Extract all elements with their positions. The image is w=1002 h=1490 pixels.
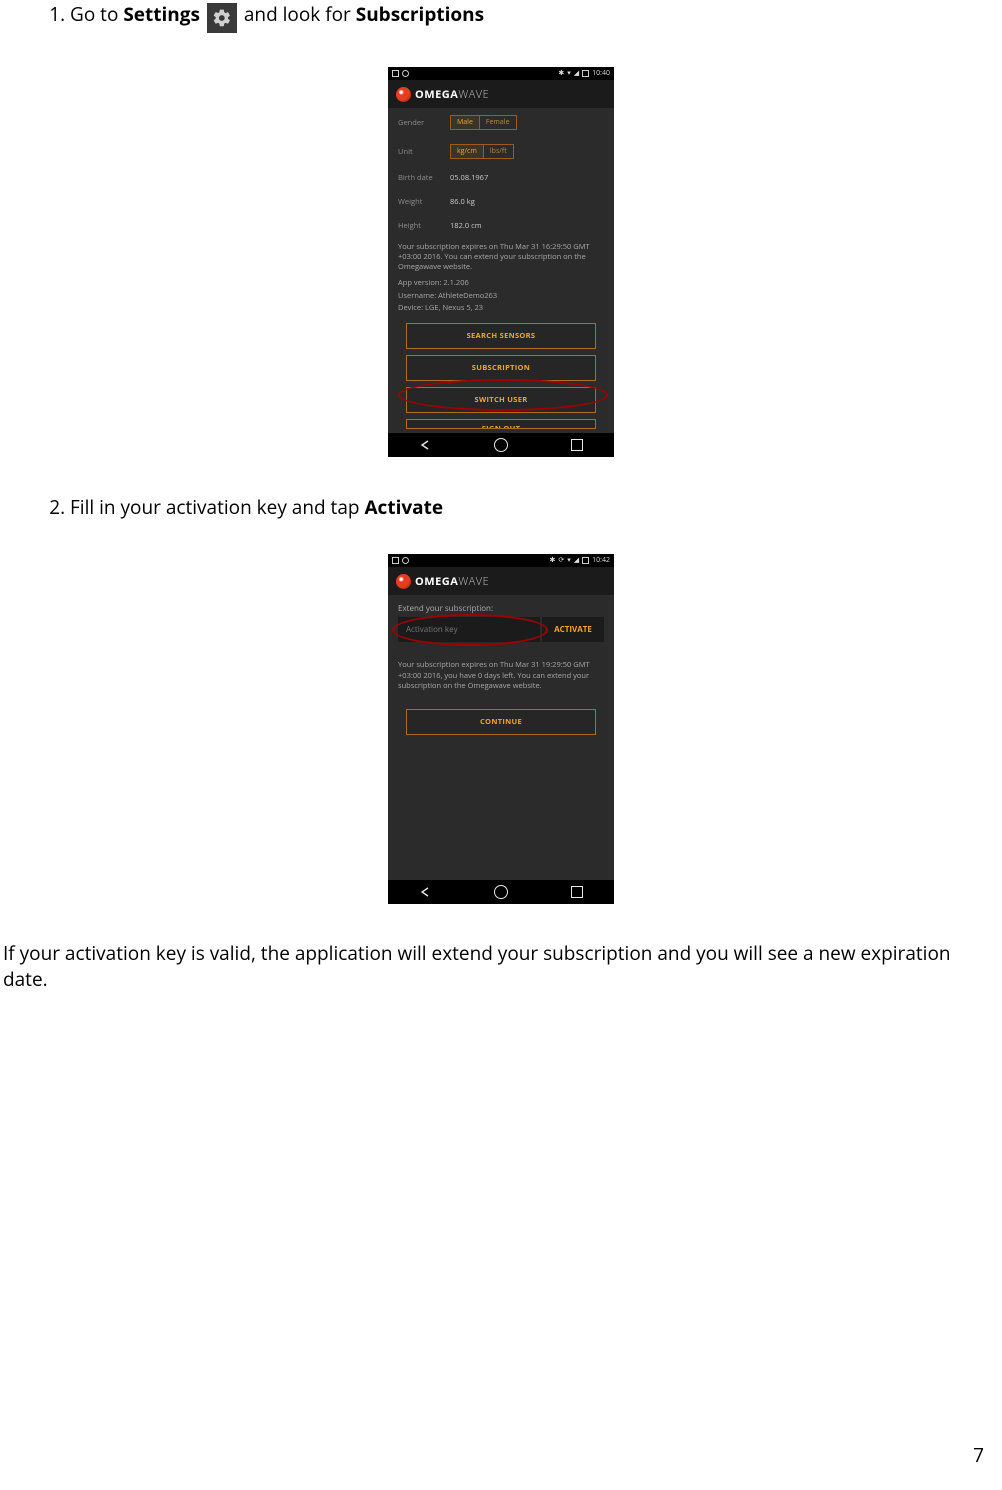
signal-icon: ◢ (574, 556, 579, 565)
step-1-bold-settings: Settings (123, 1, 200, 27)
label-birthdate: Birth date (398, 173, 450, 183)
value-weight: 86.0 kg (450, 197, 475, 207)
battery-icon (582, 70, 589, 77)
omegawave-logo-text: OMEGAWAVE (415, 87, 489, 102)
status-time: 10:42 (592, 556, 610, 565)
omegawave-logo-icon (396, 87, 411, 102)
step-2: Fill in your activation key and tap Acti… (70, 493, 1002, 531)
switch-user-button[interactable]: SWITCH USER (406, 387, 596, 413)
row-weight[interactable]: Weight 86.0 kg (388, 190, 614, 214)
android-nav-bar (388, 880, 614, 904)
label-height: Height (398, 221, 450, 231)
subscription-expiry-text: Your subscription expires on Thu Mar 31 … (388, 238, 614, 276)
status-bar: ✱ ▾ ◢ 10:40 (388, 67, 614, 80)
device-text: Device: LGE, Nexus 5, 23 (388, 301, 614, 317)
home-icon[interactable] (494, 438, 508, 452)
row-birthdate[interactable]: Birth date 05.08.1967 (388, 166, 614, 190)
row-height[interactable]: Height 182.0 cm (388, 214, 614, 238)
sync-icon: ⟳ (558, 556, 564, 565)
omegawave-logo-text: OMEGAWAVE (415, 574, 489, 589)
recents-icon[interactable] (571, 886, 583, 898)
sign-out-button[interactable]: SIGN OUT (406, 419, 596, 429)
app-header: OMEGAWAVE (388, 567, 614, 595)
activation-key-input[interactable]: Activation key (398, 617, 540, 642)
row-gender: Gender Male Female (388, 108, 614, 137)
gender-male[interactable]: Male (451, 116, 479, 129)
continue-button[interactable]: CONTINUE (406, 709, 596, 735)
extend-subscription-label: Extend your subscription: (388, 595, 614, 614)
status-time: 10:40 (592, 69, 610, 78)
signal-icon: ◢ (574, 69, 579, 78)
value-birthdate: 05.08.1967 (450, 173, 488, 183)
unit-imperial[interactable]: lbs/ft (483, 145, 513, 158)
wifi-icon: ▾ (567, 69, 571, 78)
android-nav-bar (388, 433, 614, 457)
bluetooth-icon: ✱ (558, 69, 564, 78)
subscription-expiry-text-2: Your subscription expires on Thu Mar 31 … (388, 656, 614, 694)
status-icon (392, 70, 399, 77)
label-gender: Gender (398, 118, 450, 128)
gender-female[interactable]: Female (479, 116, 516, 129)
screenshot-1: ✱ ▾ ◢ 10:40 OMEGAWAVE Gender Male Female… (0, 67, 1002, 457)
label-weight: Weight (398, 197, 450, 207)
unit-metric[interactable]: kg/cm (451, 145, 483, 158)
bluetooth-icon: ✱ (549, 556, 555, 565)
step-1-mid: and look for (244, 1, 356, 27)
app-header: OMEGAWAVE (388, 80, 614, 108)
subscription-button[interactable]: SUBSCRIPTION (406, 355, 596, 381)
unit-toggle[interactable]: kg/cm lbs/ft (450, 144, 514, 159)
back-icon[interactable] (419, 439, 431, 451)
app-version-text: App version: 2.1.206 (388, 276, 614, 288)
search-sensors-button[interactable]: SEARCH SENSORS (406, 323, 596, 349)
step-1-bold-subscriptions: Subscriptions (356, 1, 484, 27)
screenshot-2: ✱ ⟳ ▾ ◢ 10:42 OMEGAWAVE Extend your subs… (0, 554, 1002, 903)
battery-icon (582, 557, 589, 564)
activate-button[interactable]: ACTIVATE (542, 617, 604, 642)
status-icon (402, 557, 409, 564)
wifi-icon: ▾ (567, 556, 571, 565)
step-1: Go to Settings and look for Subscription… (70, 0, 1002, 43)
row-unit: Unit kg/cm lbs/ft (388, 137, 614, 166)
phone-subscription-screen: ✱ ⟳ ▾ ◢ 10:42 OMEGAWAVE Extend your subs… (388, 554, 614, 903)
step-2-pre: Fill in your activation key and tap (70, 494, 364, 520)
page-number: 7 (973, 1442, 984, 1468)
recents-icon[interactable] (571, 439, 583, 451)
phone-settings-screen: ✱ ▾ ◢ 10:40 OMEGAWAVE Gender Male Female… (388, 67, 614, 457)
status-bar: ✱ ⟳ ▾ ◢ 10:42 (388, 554, 614, 567)
value-height: 182.0 cm (450, 221, 482, 231)
omegawave-logo-icon (396, 574, 411, 589)
back-icon[interactable] (419, 886, 431, 898)
username-text: Username: AthleteDemo263 (388, 289, 614, 301)
gender-toggle[interactable]: Male Female (450, 115, 517, 130)
status-icon (392, 557, 399, 564)
activation-row: Activation key ACTIVATE (398, 617, 604, 642)
step-2-bold-activate: Activate (364, 494, 443, 520)
gear-icon (207, 3, 237, 33)
status-icon (402, 70, 409, 77)
closing-paragraph: If your activation key is valid, the app… (3, 940, 1002, 992)
label-unit: Unit (398, 147, 450, 157)
step-1-pre: Go to (70, 1, 123, 27)
home-icon[interactable] (494, 885, 508, 899)
